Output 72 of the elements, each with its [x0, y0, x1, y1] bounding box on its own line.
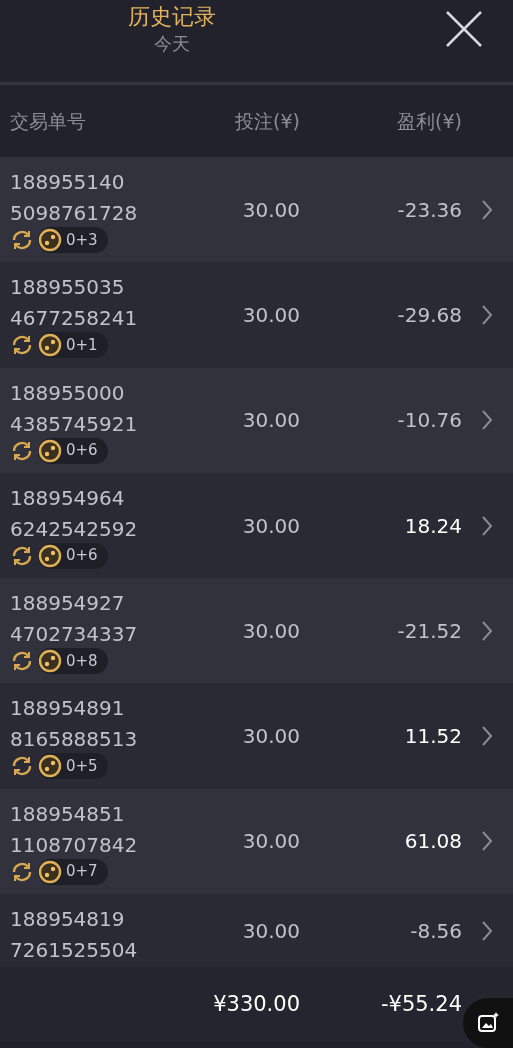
date-subtitle: 今天 [153, 32, 190, 56]
ball-icon [38, 333, 62, 358]
stake-cell-text: 30.00 [242, 512, 300, 540]
ball-icon [38, 438, 62, 463]
profit-cell-text: 11.52 [404, 723, 462, 751]
order-number: 6242542592 [10, 515, 139, 543]
tag-count: 0+6 [66, 440, 98, 462]
table-row[interactable]: 188955035 4677258241 0+1 30.00 -29.68 [0, 262, 513, 368]
order-number: 4702734337 [10, 621, 139, 649]
image-icon [476, 1011, 500, 1035]
profit-cell-text: -10.76 [397, 407, 462, 435]
profit-cell-text: -21.52 [397, 617, 462, 645]
table-row[interactable]: 188955140 5098761728 0+3 30.00 -23.36 [0, 157, 513, 263]
order-number: 188954927 [10, 590, 126, 618]
profit-cell-text: -8.56 [410, 917, 462, 945]
profit-cell-text: 61.08 [404, 828, 462, 856]
refresh-icon [10, 228, 34, 252]
stake-cell-text: 30.00 [242, 407, 300, 435]
order-number: 7261525504 [10, 937, 139, 965]
order-number: 188955140 [10, 169, 126, 196]
chevron-icon [481, 198, 493, 221]
tag-count: 0+1 [66, 334, 98, 356]
order-number: 8165888513 [10, 726, 139, 754]
chevron-icon [481, 725, 493, 748]
chevron-icon [481, 830, 493, 853]
chevron-icon [481, 409, 493, 432]
stake-cell-text: 30.00 [242, 917, 300, 945]
stake-cell-text: 30.00 [242, 828, 300, 856]
stake-cell-text: 30.00 [242, 301, 300, 329]
chevron-icon [481, 303, 493, 326]
table-row[interactable]: 188954851 1108707842 0+7 30.00 61.08 [0, 788, 513, 895]
ball-icon [38, 228, 62, 252]
panel-title: 历史记录 [127, 3, 216, 31]
ball-icon [38, 859, 62, 884]
ball-icon [38, 543, 62, 568]
profit-cell-text: -23.36 [397, 196, 462, 224]
chevron-icon [481, 919, 493, 942]
tag-count: 0+5 [66, 756, 98, 777]
tag-count: 0+3 [66, 229, 98, 251]
ball-icon [38, 649, 62, 674]
table-row[interactable]: 188954964 6242542592 0+6 30.00 18.24 [0, 472, 513, 579]
column-header: 盈利(¥) [396, 108, 462, 134]
chevron-icon [481, 514, 493, 537]
profit-cell-text: -29.68 [397, 301, 462, 329]
order-number: 4677258241 [10, 305, 139, 333]
order-number: 188955000 [10, 379, 126, 407]
order-number: 5098761728 [10, 200, 139, 227]
table-row[interactable]: 188954927 4702734337 0+8 30.00 -21.52 [0, 578, 513, 684]
table-row[interactable]: 188954891 8165888513 0+5 30.00 11.52 [0, 683, 513, 789]
table-row[interactable]: 188955000 4385745921 0+6 30.00 -10.76 [0, 367, 513, 473]
tag-count: 0+7 [66, 861, 98, 883]
order-number: 188955035 [10, 274, 126, 302]
total-profit: -¥55.24 [380, 990, 462, 1018]
total-stake: ¥330.00 [213, 990, 300, 1018]
column-header: 交易单号 [9, 108, 87, 134]
stake-cell-text: 30.00 [242, 196, 300, 224]
profit-cell-text: 18.24 [404, 512, 462, 540]
order-number: 1108707842 [10, 831, 139, 859]
ball-icon [38, 754, 62, 779]
order-number: 4385745921 [10, 410, 139, 438]
tag-count: 0+6 [66, 545, 98, 567]
order-number: 188954891 [10, 695, 126, 723]
stake-cell-text: 30.00 [242, 617, 300, 645]
order-number: 188954851 [10, 800, 126, 828]
order-number: 188954819 [10, 906, 126, 934]
tag-count: 0+8 [66, 650, 98, 672]
table-row[interactable]: 188954819 7261525504 30.00 -8.56 [0, 894, 513, 968]
order-number: 188954964 [10, 484, 126, 512]
chevron-icon [481, 619, 493, 642]
image-button[interactable] [463, 998, 513, 1048]
stake-cell-text: 30.00 [242, 723, 300, 751]
column-header: 投注(¥) [234, 108, 300, 134]
